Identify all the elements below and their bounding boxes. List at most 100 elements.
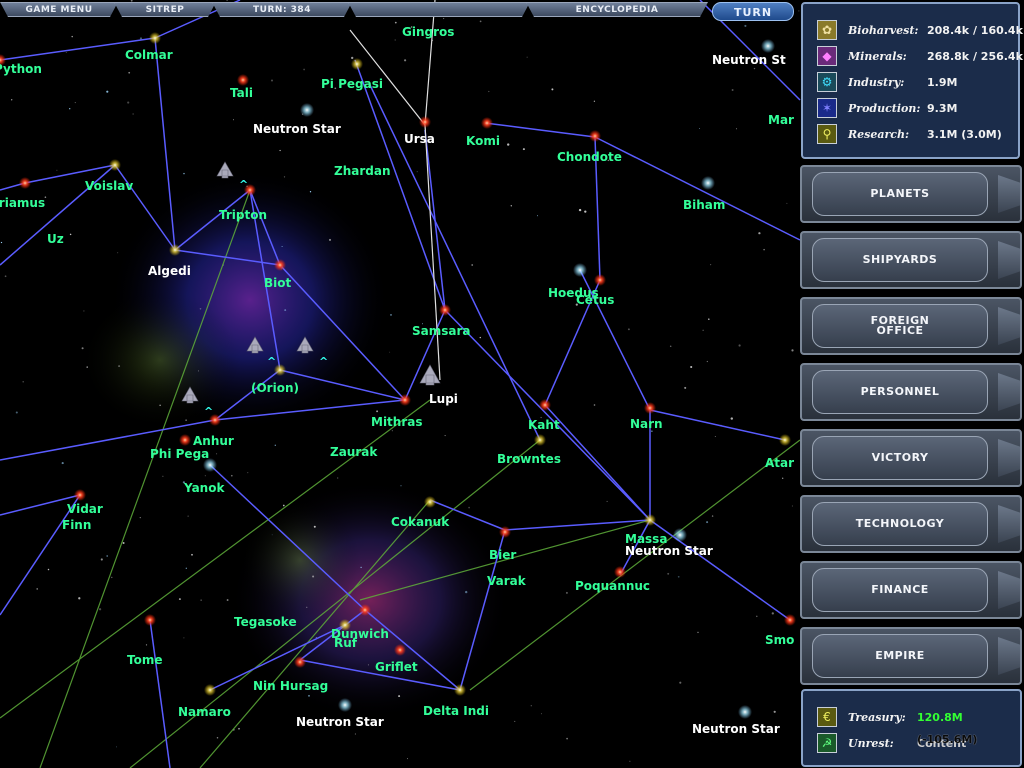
star-label[interactable]: Finn [62, 518, 91, 532]
star-label[interactable]: Lupi [429, 392, 458, 406]
star-system-poquannuc[interactable] [614, 566, 626, 578]
star-label[interactable]: Tome [127, 653, 162, 667]
star-label[interactable]: Ruf [334, 636, 358, 650]
planets-button[interactable]: PLANETS [800, 165, 1022, 223]
star-system-nin-hursag[interactable] [294, 656, 306, 668]
star-label[interactable]: Cokanuk [391, 515, 450, 529]
star-system-tali[interactable] [237, 74, 249, 86]
star-system-ursa[interactable] [419, 116, 431, 128]
star-label[interactable]: Pi Pegasi [321, 77, 383, 91]
star-system-vidar[interactable] [74, 489, 86, 501]
star-system-komi[interactable] [481, 117, 493, 129]
star-system-hoedus[interactable] [573, 263, 587, 277]
finance-button[interactable]: FINANCE [800, 561, 1022, 619]
star-label[interactable]: Yanok [183, 481, 225, 495]
star-label[interactable]: Narn [630, 417, 663, 431]
star-system-kaht[interactable] [539, 399, 551, 411]
sitrep-button[interactable]: SITREP [114, 2, 216, 17]
victory-button[interactable]: VICTORY [800, 429, 1022, 487]
star-system-samsara[interactable] [439, 304, 451, 316]
technology-button[interactable]: TECHNOLOGY [800, 495, 1022, 553]
star-system-algedi[interactable] [169, 244, 181, 256]
star-system-narn[interactable] [644, 402, 656, 414]
star-label[interactable]: Komi [466, 134, 500, 148]
personnel-button[interactable]: PERSONNEL [800, 363, 1022, 421]
star-system-neutron-star[interactable] [338, 698, 352, 712]
star-label[interactable]: Neutron Star [253, 122, 341, 136]
treasury-value: 120.8M [917, 711, 963, 724]
game-menu-button[interactable]: GAME MENU [0, 2, 118, 17]
fleet-icon[interactable] [419, 364, 441, 386]
star-label[interactable]: Neutron Star [692, 722, 780, 736]
star-label[interactable]: Smo [765, 633, 794, 647]
star-label[interactable]: Neutron Star [296, 715, 384, 729]
star-system-colmar[interactable] [149, 32, 161, 44]
star-label[interactable]: Delta Indi [423, 704, 489, 718]
shipyards-button[interactable]: SHIPYARDS [800, 231, 1022, 289]
star-system-browntes[interactable] [534, 434, 546, 446]
star-system-priamus[interactable] [19, 177, 31, 189]
star-label[interactable]: Browntes [497, 452, 561, 466]
star-label[interactable]: Zaurak [330, 445, 378, 459]
star-label[interactable]: Neutron Star [625, 544, 713, 558]
star-label[interactable]: Mar [768, 113, 794, 127]
star-label[interactable]: Tali [230, 86, 253, 100]
encyclopedia-button[interactable]: ENCYCLOPEDIA [526, 2, 708, 17]
star-system-massa[interactable] [644, 514, 656, 526]
star-system-dunwich[interactable] [359, 604, 371, 616]
star-label[interactable]: Varak [487, 574, 527, 588]
star-label[interactable]: Kaht [528, 418, 560, 432]
star-system-griflet[interactable] [394, 644, 406, 656]
star-label[interactable]: Tegasoke [234, 615, 297, 629]
star-label[interactable]: Cetus [576, 293, 614, 307]
star-label[interactable]: Chondote [557, 150, 622, 164]
star-system-delta-indi[interactable] [454, 684, 466, 696]
star-system-cokanuk[interactable] [424, 496, 436, 508]
star-system-voislav[interactable] [109, 159, 121, 171]
star-label[interactable]: Voislav [85, 179, 133, 193]
end-turn-button[interactable]: TURN [712, 2, 794, 21]
star-system-namaro[interactable] [204, 684, 216, 696]
star-label[interactable]: Priamus [0, 196, 45, 210]
star-label[interactable]: Poquannuc [575, 579, 650, 593]
star-label[interactable]: Tripton [219, 208, 267, 222]
star-system-neutron-st[interactable] [761, 39, 775, 53]
star-system-neutron-star[interactable] [300, 103, 314, 117]
star-label[interactable]: Mithras [371, 415, 423, 429]
star-label[interactable]: Griflet [375, 660, 418, 674]
star-system-cetus[interactable] [594, 274, 606, 286]
star-label[interactable]: Ursa [404, 132, 435, 146]
star-label[interactable]: Biot [264, 276, 292, 290]
star-label[interactable]: Nin Hursag [253, 679, 328, 693]
star-system-atar[interactable] [779, 434, 791, 446]
star-label[interactable]: (Orion) [251, 381, 299, 395]
star-label[interactable]: Samsara [412, 324, 471, 338]
star-label[interactable]: Vidar [67, 502, 103, 516]
star-label[interactable]: Python [0, 62, 42, 76]
star-system-mithras[interactable] [399, 394, 411, 406]
star-label[interactable]: Colmar [125, 48, 173, 62]
foreign-office-button[interactable]: FOREIGN OFFICE [800, 297, 1022, 355]
star-label[interactable]: Bier [489, 548, 516, 562]
star-label[interactable]: Zhardan [334, 164, 391, 178]
star-system-neutron-star[interactable] [738, 705, 752, 719]
star-system-biot[interactable] [274, 259, 286, 271]
star-label[interactable]: Neutron St [712, 53, 786, 67]
star-system-neutron-star[interactable] [673, 528, 687, 542]
star-label[interactable]: Algedi [148, 264, 191, 278]
star-system-phi-pega[interactable] [179, 434, 191, 446]
star-system-biham[interactable] [701, 176, 715, 190]
star-system-smo[interactable] [784, 614, 796, 626]
star-label[interactable]: Namaro [178, 705, 231, 719]
empire-button[interactable]: EMPIRE [800, 627, 1022, 685]
star-label[interactable]: Atar [765, 456, 794, 470]
star-label[interactable]: Gingros [402, 25, 454, 39]
star-label[interactable]: Biham [683, 198, 725, 212]
star-system-bier[interactable] [499, 526, 511, 538]
star-system-chondote[interactable] [589, 130, 601, 142]
star-label[interactable]: Uz [47, 232, 64, 246]
star-system-tome[interactable] [144, 614, 156, 626]
star-system-pi-pegasi[interactable] [351, 58, 363, 70]
star-label[interactable]: Phi Pega [150, 447, 209, 461]
star-label[interactable]: Anhur [193, 434, 234, 448]
